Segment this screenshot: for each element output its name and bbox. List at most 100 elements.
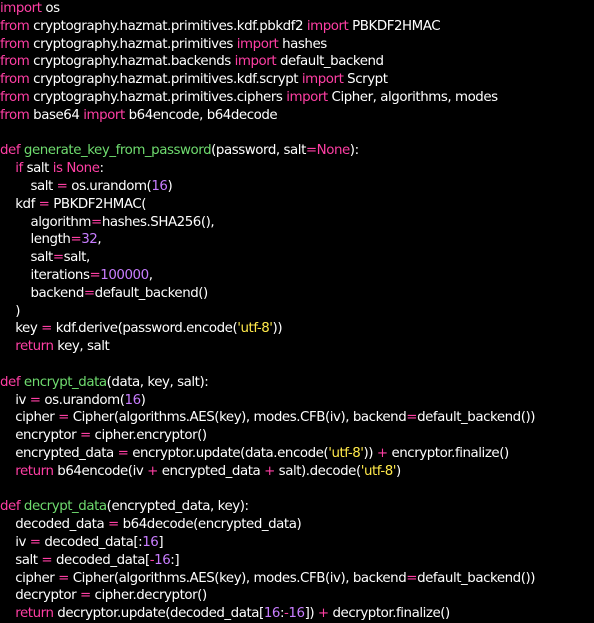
code-line[interactable]: [0, 125, 594, 143]
code-line[interactable]: if salt is None:: [0, 160, 594, 178]
code-line[interactable]: salt=salt,: [0, 249, 594, 267]
keyword-token: =: [70, 232, 82, 248]
code-line[interactable]: iv = os.urandom(16): [0, 392, 594, 410]
code-line[interactable]: def encrypt_data(data, key, salt):: [0, 374, 594, 392]
code-line[interactable]: def decrypt_data(encrypted_data, key):: [0, 498, 594, 516]
code-line[interactable]: return decryptor.update(decoded_data[16:…: [0, 605, 594, 623]
code-token: os: [41, 1, 60, 16]
code-line[interactable]: iv = decoded_data[:16]: [0, 534, 594, 552]
code-token: cryptography.hazmat.primitives.kdf.scryp…: [29, 72, 302, 88]
number-token: 32: [81, 232, 98, 248]
keyword-token: =: [305, 143, 317, 159]
code-line[interactable]: return key, salt: [0, 338, 594, 356]
code-token: decryptor.finalize(): [328, 606, 451, 622]
code-token: (password, salt: [211, 143, 306, 159]
code-token: cipher: [0, 410, 59, 426]
code-line[interactable]: iterations=100000,: [0, 267, 594, 285]
code-line[interactable]: from base64 import b64encode, b64decode: [0, 107, 594, 125]
code-line[interactable]: key = kdf.derive(password.encode('utf-8'…: [0, 320, 594, 338]
number-token: 16: [124, 392, 142, 408]
keyword-token: =: [52, 250, 64, 266]
keyword-token: from: [0, 18, 30, 34]
keyword-token: =: [91, 214, 102, 230]
code-token: key: [0, 321, 42, 337]
code-line[interactable]: encryptor = cipher.encryptor(): [0, 427, 594, 445]
code-line[interactable]: cipher = Cipher(algorithms.AES(key), mod…: [0, 570, 594, 588]
code-line[interactable]: import os: [0, 0, 594, 18]
code-token: encryptor.finalize(): [387, 445, 509, 461]
keyword-token: def: [0, 143, 21, 159]
keyword-token: =: [89, 267, 101, 283]
keyword-token: =: [406, 570, 418, 586]
code-token: (data, key, salt):: [106, 374, 209, 390]
code-line[interactable]: from cryptography.hazmat.primitives.kdf.…: [0, 18, 594, 36]
code-line[interactable]: decoded_data = b64decode(encrypted_data): [0, 516, 594, 534]
code-line[interactable]: [0, 356, 594, 374]
number-token: 16: [151, 178, 168, 194]
code-token: decryptor: [0, 588, 80, 604]
keyword-token: import: [236, 36, 279, 52]
code-token: )): [272, 321, 283, 337]
code-editor[interactable]: import os from cryptography.hazmat.primit…: [0, 0, 594, 621]
code-token: ): [167, 178, 173, 194]
code-token: cryptography.hazmat.primitives: [29, 36, 237, 52]
code-line[interactable]: [0, 481, 594, 499]
code-token: default_backend: [276, 54, 384, 70]
code-token: encryptor: [0, 428, 80, 444]
keyword-token: =: [29, 392, 41, 408]
keyword-token: =: [56, 178, 68, 194]
code-line[interactable]: length=32,: [0, 231, 594, 249]
number-token: 16: [288, 606, 305, 622]
code-token: iv: [0, 392, 30, 408]
code-token: b64decode(encrypted_data): [118, 517, 302, 533]
code-line[interactable]: from cryptography.hazmat.backends import…: [0, 53, 594, 71]
code-token: kdf.derive(password.encode(: [51, 321, 238, 337]
code-token: cryptography.hazmat.primitives.ciphers: [29, 89, 287, 105]
keyword-token: import: [83, 107, 125, 123]
keyword-token: =: [58, 570, 69, 586]
code-line[interactable]: decryptor = cipher.decryptor(): [0, 587, 594, 605]
keyword-token: import: [306, 18, 349, 34]
code-token: cryptography.hazmat.primitives.kdf.pbkdf…: [29, 18, 307, 34]
code-token: ): [0, 303, 21, 319]
keyword-token: =: [79, 428, 91, 444]
code-token: cryptography.hazmat.backends: [29, 54, 235, 70]
code-token: ,: [97, 232, 102, 248]
code-line[interactable]: algorithm=hashes.SHA256(),: [0, 214, 594, 232]
keyword-token: =: [41, 321, 52, 337]
keyword-token: from: [0, 36, 30, 52]
code-line[interactable]: kdf = PBKDF2HMAC(: [0, 196, 594, 214]
code-token: salt).decode(: [274, 463, 362, 479]
keyword-token: def: [0, 374, 21, 390]
keyword-token: return: [15, 606, 54, 622]
keyword-token: def: [0, 499, 21, 515]
code-token: ):: [349, 143, 359, 159]
code-line[interactable]: return b64encode(iv + encrypted_data + s…: [0, 463, 594, 481]
code-line[interactable]: encrypted_data = encryptor.update(data.e…: [0, 445, 594, 463]
code-line[interactable]: salt = decoded_data[-16:]: [0, 552, 594, 570]
code-token: ): [396, 463, 401, 479]
code-line[interactable]: ): [0, 303, 594, 321]
code-token: b64encode(iv: [53, 463, 148, 479]
code-token: :: [99, 161, 105, 177]
code-token: Cipher, algorithms, modes: [327, 89, 499, 105]
keyword-token: +: [147, 463, 158, 479]
code-line[interactable]: backend=default_backend(): [0, 285, 594, 303]
code-token: encryptor.update(data.encode(: [128, 445, 329, 461]
keyword-token: =: [41, 552, 53, 568]
code-token: salt: [0, 552, 42, 568]
keyword-token: =: [58, 410, 69, 426]
code-token: kdf: [0, 196, 39, 212]
code-line[interactable]: from cryptography.hazmat.primitives impo…: [0, 36, 594, 54]
code-line[interactable]: salt = os.urandom(16): [0, 178, 594, 196]
code-line[interactable]: def generate_key_from_password(password,…: [0, 142, 594, 160]
code-token: :]: [170, 552, 180, 568]
keyword-token: +: [317, 606, 329, 622]
code-line[interactable]: from cryptography.hazmat.primitives.ciph…: [0, 89, 594, 107]
code-line[interactable]: cipher = Cipher(algorithms.AES(key), mod…: [0, 409, 594, 427]
keyword-token: None: [316, 143, 351, 159]
code-line[interactable]: from cryptography.hazmat.primitives.kdf.…: [0, 71, 594, 89]
keyword-token: return: [15, 463, 54, 479]
